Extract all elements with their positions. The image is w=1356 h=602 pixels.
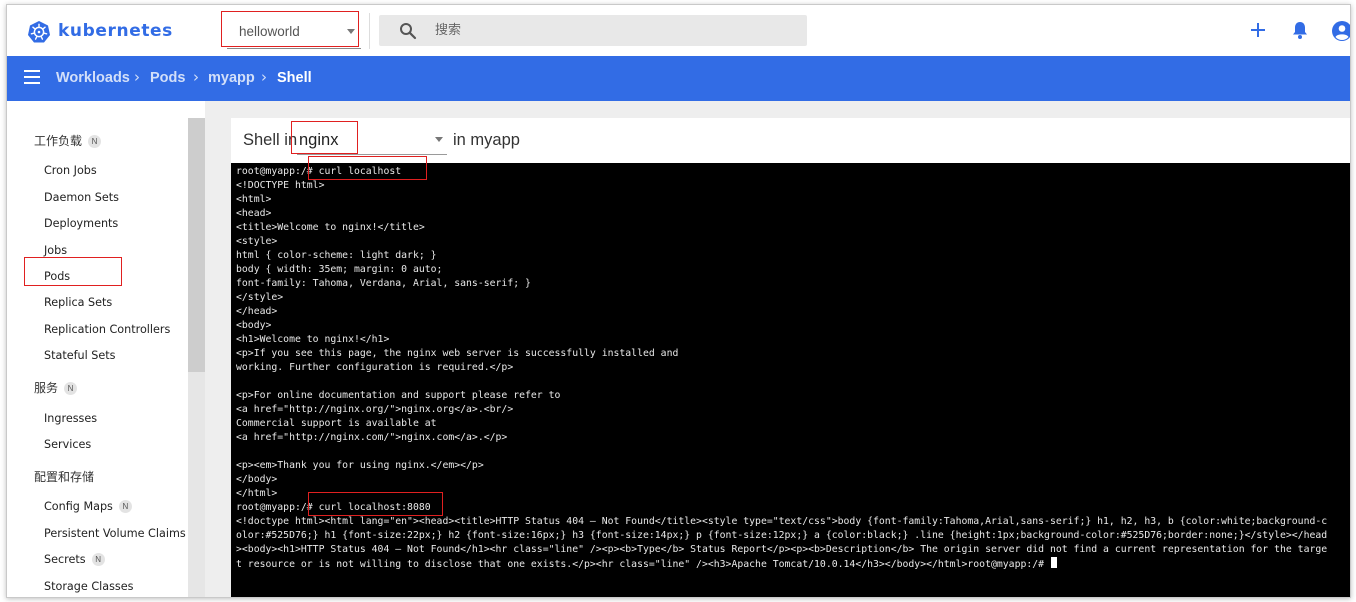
sidebar-item-persistent-volume-claims[interactable]: Persistent Volume ClaimsN: [44, 527, 205, 540]
terminal-line: <html>: [236, 194, 272, 205]
sidebar-item-stateful-sets[interactable]: Stateful Sets: [44, 349, 116, 362]
terminal-output: root@myapp:/# curl localhost <!DOCTYPE h…: [236, 165, 1327, 571]
terminal-line: <h1>Welcome to nginx!</h1>: [236, 334, 390, 345]
terminal-line: <!DOCTYPE html>: [236, 180, 325, 191]
sidebar-item-ingresses[interactable]: Ingresses: [44, 412, 97, 425]
terminal-line: body { width: 35em; margin: 0 auto;: [236, 264, 443, 275]
terminal-line: </style>: [236, 292, 284, 303]
bell-icon[interactable]: [1289, 19, 1311, 41]
sidebar-item-jobs[interactable]: Jobs: [44, 244, 67, 257]
top-bar: kubernetes helloworld: [7, 5, 1351, 56]
terminal-line: font-family: Tahoma, Verdana, Arial, san…: [236, 278, 531, 289]
breadcrumb-current: Shell: [277, 70, 312, 86]
new-badge: N: [91, 553, 105, 566]
chevron-right-icon: ›: [193, 68, 199, 86]
terminal-line: <head>: [236, 208, 272, 219]
search-input[interactable]: [435, 15, 795, 46]
terminal-line: html { color-scheme: light dark; }: [236, 250, 437, 261]
terminal-line: </html>: [236, 488, 278, 499]
brand-name[interactable]: kubernetes: [58, 21, 173, 41]
terminal-line: <a href="http://nginx.com/">nginx.com</a…: [236, 432, 508, 443]
terminal[interactable]: root@myapp:/# curl localhost <!DOCTYPE h…: [231, 163, 1350, 597]
namespace-select[interactable]: helloworld: [227, 13, 361, 49]
shell-prefix-label: Shell in: [243, 131, 298, 149]
chevron-right-icon: ›: [261, 68, 267, 86]
search-icon: [400, 23, 417, 40]
terminal-line: <!doctype html><html lang="en"><head><ti…: [236, 516, 1328, 527]
sidebar-item-pods[interactable]: Pods: [44, 270, 70, 283]
sidebar-section-config-storage[interactable]: 配置和存储: [34, 468, 94, 485]
shell-pod-label: in myapp: [453, 131, 520, 149]
sidebar-item-replica-sets[interactable]: Replica Sets: [44, 296, 112, 309]
breadcrumb-bar: Workloads › Pods › myapp › Shell: [7, 56, 1350, 101]
sidebar-item-daemon-sets[interactable]: Daemon Sets: [44, 191, 119, 204]
plus-icon[interactable]: [1247, 19, 1269, 41]
container-value: nginx: [299, 131, 339, 149]
terminal-line: olor:#525D76;} h1 {font-size:22px;} h2 {…: [236, 530, 1328, 541]
sidebar: 工作负载 N Cron Jobs Daemon Sets Deployments …: [7, 101, 205, 597]
terminal-line: Commercial support is available at: [236, 418, 437, 429]
new-badge: N: [64, 382, 78, 395]
terminal-line: <p><em>Thank you for using nginx.</em></…: [236, 460, 484, 471]
terminal-line: <a href="http://nginx.org/">nginx.org</a…: [236, 404, 514, 415]
sidebar-item-storage-classes[interactable]: Storage Classes: [44, 580, 133, 593]
sidebar-item-deployments[interactable]: Deployments: [44, 217, 118, 230]
container-select[interactable]: nginx: [297, 124, 447, 155]
chevron-right-icon: ›: [134, 68, 140, 86]
terminal-line-last: t resource or is not willing to disclose…: [236, 557, 1327, 571]
terminal-line: </head>: [236, 306, 278, 317]
namespace-value: helloworld: [239, 24, 300, 39]
menu-icon[interactable]: [24, 70, 42, 86]
shell-panel: Shell in nginx in myapp root@myapp:/# cu…: [231, 118, 1350, 597]
terminal-line: <p>If you see this page, the nginx web s…: [236, 348, 679, 359]
terminal-line: <p>For online documentation and support …: [236, 390, 561, 401]
toolbar-divider: [369, 13, 370, 49]
sidebar-item-services[interactable]: Services: [44, 438, 91, 451]
dashboard-window: kubernetes helloworld 搜索 Workloads › Pod…: [6, 4, 1351, 598]
sidebar-item-secrets[interactable]: Secrets N: [44, 553, 105, 566]
sidebar-item-cron-jobs[interactable]: Cron Jobs: [44, 164, 97, 177]
new-badge: N: [118, 500, 132, 513]
terminal-line: working. Further configuration is requir…: [236, 362, 514, 373]
sidebar-scrollbar-thumb[interactable]: [188, 118, 205, 372]
terminal-line: </body>: [236, 474, 278, 485]
terminal-line: <title>Welcome to nginx!</title>: [236, 222, 425, 233]
terminal-line: <style>: [236, 236, 278, 247]
sidebar-section-workloads[interactable]: 工作负载 N: [34, 132, 102, 149]
breadcrumb-workloads[interactable]: Workloads: [56, 70, 130, 86]
search-bar[interactable]: [379, 15, 807, 46]
sidebar-section-services[interactable]: 服务 N: [34, 379, 78, 396]
sidebar-item-replication-controllers[interactable]: Replication Controllers: [44, 323, 170, 336]
dropdown-caret-icon: [435, 137, 443, 142]
account-icon[interactable]: [1331, 20, 1351, 42]
sidebar-item-config-maps[interactable]: Config Maps N: [44, 500, 132, 513]
terminal-line: <body>: [236, 320, 272, 331]
main-content: Shell in nginx in myapp root@myapp:/# cu…: [205, 101, 1350, 597]
kubernetes-logo-icon[interactable]: [27, 20, 51, 44]
terminal-line: root@myapp:/# curl localhost: [236, 166, 402, 177]
terminal-line: ><body><h1>HTTP Status 404 – Not Found</…: [236, 544, 1328, 555]
breadcrumb-pods[interactable]: Pods: [150, 70, 185, 86]
terminal-line: root@myapp:/# curl localhost:8080: [236, 502, 431, 513]
new-badge: N: [88, 135, 102, 148]
dropdown-caret-icon: [347, 29, 355, 34]
terminal-cursor: [1050, 557, 1057, 568]
breadcrumb-myapp[interactable]: myapp: [208, 70, 255, 86]
